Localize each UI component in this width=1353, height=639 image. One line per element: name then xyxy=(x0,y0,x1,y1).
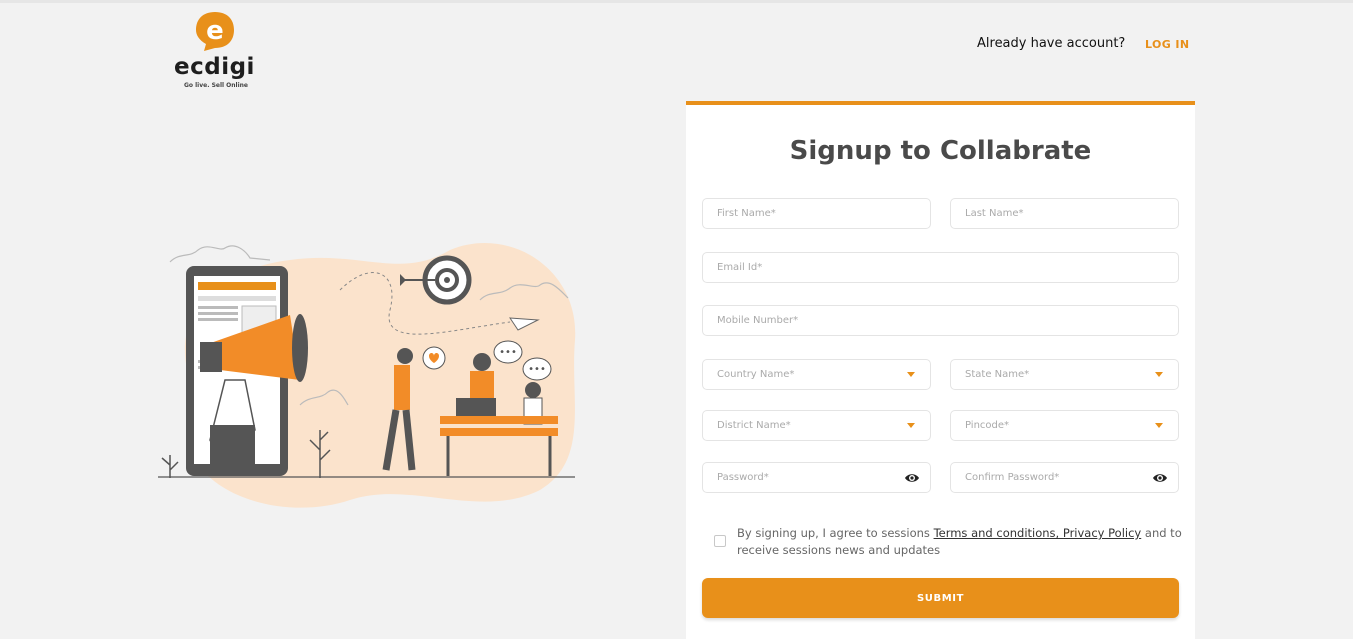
first-name-field[interactable] xyxy=(702,198,931,229)
country-select[interactable]: Country Name* xyxy=(702,359,931,390)
mobile-field[interactable] xyxy=(702,305,1179,336)
district-select[interactable]: District Name* xyxy=(702,410,931,441)
first-name-input[interactable] xyxy=(717,208,930,219)
state-select[interactable]: State Name* xyxy=(950,359,1179,390)
form-title: Signup to Collabrate xyxy=(789,136,1092,166)
confirm-password-field[interactable] xyxy=(950,462,1179,493)
pincode-placeholder: Pincode* xyxy=(965,420,1010,431)
confirm-password-input[interactable] xyxy=(965,472,1178,483)
terms-link[interactable]: Terms and conditions, Privacy Policy xyxy=(934,526,1142,540)
already-account-text: Already have account? xyxy=(977,36,1126,51)
submit-button[interactable]: SUBMIT xyxy=(702,578,1179,618)
svg-text:•••: ••• xyxy=(528,364,546,375)
email-field[interactable] xyxy=(702,252,1179,283)
password-input[interactable] xyxy=(717,472,930,483)
logo-tagline: Go live. Sell Online xyxy=(183,82,249,89)
svg-text:•••: ••• xyxy=(499,347,517,358)
mobile-input[interactable] xyxy=(717,315,1178,326)
signup-card: Signup to Collabrate Country Name* State… xyxy=(686,101,1195,639)
email-input[interactable] xyxy=(717,262,1178,273)
agree-prefix: By signing up, I agree to sessions xyxy=(737,526,930,540)
district-placeholder: District Name* xyxy=(717,420,791,431)
login-link[interactable]: LOG IN xyxy=(1145,38,1190,51)
eye-icon[interactable] xyxy=(1152,472,1168,484)
chevron-down-icon xyxy=(1155,423,1163,428)
state-placeholder: State Name* xyxy=(965,369,1030,380)
svg-text:e: e xyxy=(206,16,224,46)
pincode-select[interactable]: Pincode* xyxy=(950,410,1179,441)
chevron-down-icon xyxy=(907,423,915,428)
chevron-down-icon xyxy=(1155,372,1163,377)
last-name-field[interactable] xyxy=(950,198,1179,229)
marketing-illustration: ••• ••• xyxy=(158,243,576,508)
last-name-input[interactable] xyxy=(965,208,1178,219)
country-placeholder: Country Name* xyxy=(717,369,795,380)
logo-badge-icon: e xyxy=(196,12,234,51)
eye-icon[interactable] xyxy=(904,472,920,484)
logo-wordmark: ecdigi xyxy=(174,54,255,80)
chevron-down-icon xyxy=(907,372,915,377)
brand-logo[interactable]: e ecdigi Go live. Sell Online xyxy=(172,10,262,89)
top-border xyxy=(0,0,1353,3)
agree-checkbox[interactable] xyxy=(714,535,726,547)
agree-text: By signing up, I agree to sessions Terms… xyxy=(737,525,1187,559)
password-field[interactable] xyxy=(702,462,931,493)
